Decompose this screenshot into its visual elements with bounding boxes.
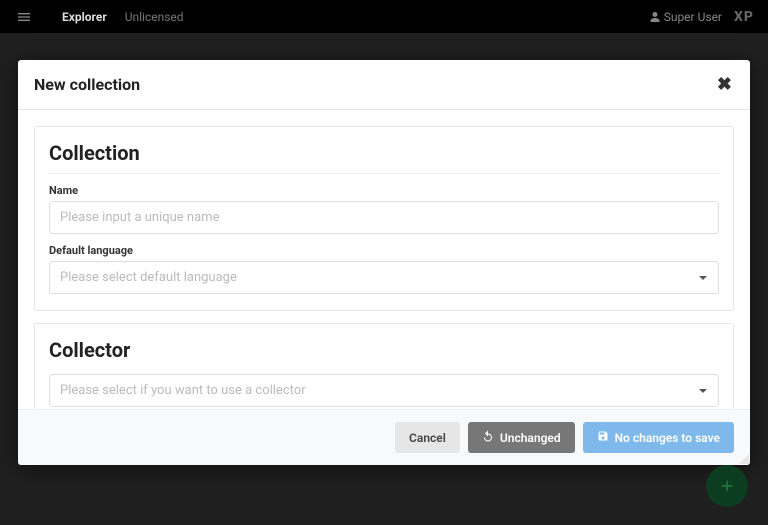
default-language-value: Please select default language	[49, 261, 719, 294]
chevron-down-icon	[699, 276, 707, 280]
default-language-select[interactable]: Please select default language	[49, 261, 719, 294]
product-logo: XP	[734, 9, 754, 25]
undo-icon	[482, 430, 494, 445]
chevron-down-icon	[699, 389, 707, 393]
collector-panel: Collector Please select if you want to u…	[34, 323, 734, 409]
default-language-label: Default language	[49, 244, 719, 257]
close-icon: ✖	[717, 74, 732, 95]
collection-panel-title: Collection	[49, 141, 719, 174]
add-fab[interactable]	[706, 465, 748, 507]
user-name: Super User	[664, 10, 722, 24]
modal-title: New collection	[34, 75, 140, 94]
resize-handle[interactable]	[737, 452, 749, 464]
save-icon	[597, 430, 609, 445]
name-input[interactable]	[49, 201, 719, 234]
unchanged-button[interactable]: Unchanged	[468, 422, 575, 453]
close-button[interactable]: ✖	[715, 74, 734, 95]
menu-icon[interactable]	[0, 9, 48, 25]
app-title: Explorer	[48, 10, 121, 24]
collector-panel-title: Collector	[49, 338, 719, 368]
collector-value: Please select if you want to use a colle…	[49, 374, 719, 407]
new-collection-modal: New collection ✖ Collection Name Default…	[18, 60, 750, 465]
user-icon	[649, 10, 661, 24]
collector-select[interactable]: Please select if you want to use a colle…	[49, 374, 719, 407]
modal-footer: Cancel Unchanged No changes to save	[18, 409, 750, 465]
save-button[interactable]: No changes to save	[583, 422, 734, 453]
cancel-button[interactable]: Cancel	[395, 422, 460, 453]
user-chip[interactable]: Super User	[649, 10, 722, 24]
modal-body: Collection Name Default language Please …	[18, 110, 750, 409]
license-status: Unlicensed	[121, 10, 188, 24]
topbar: Explorer Unlicensed Super User XP	[0, 0, 768, 33]
collection-panel: Collection Name Default language Please …	[34, 126, 734, 311]
name-label: Name	[49, 184, 719, 197]
modal-header: New collection ✖	[18, 60, 750, 110]
plus-icon	[718, 477, 736, 495]
